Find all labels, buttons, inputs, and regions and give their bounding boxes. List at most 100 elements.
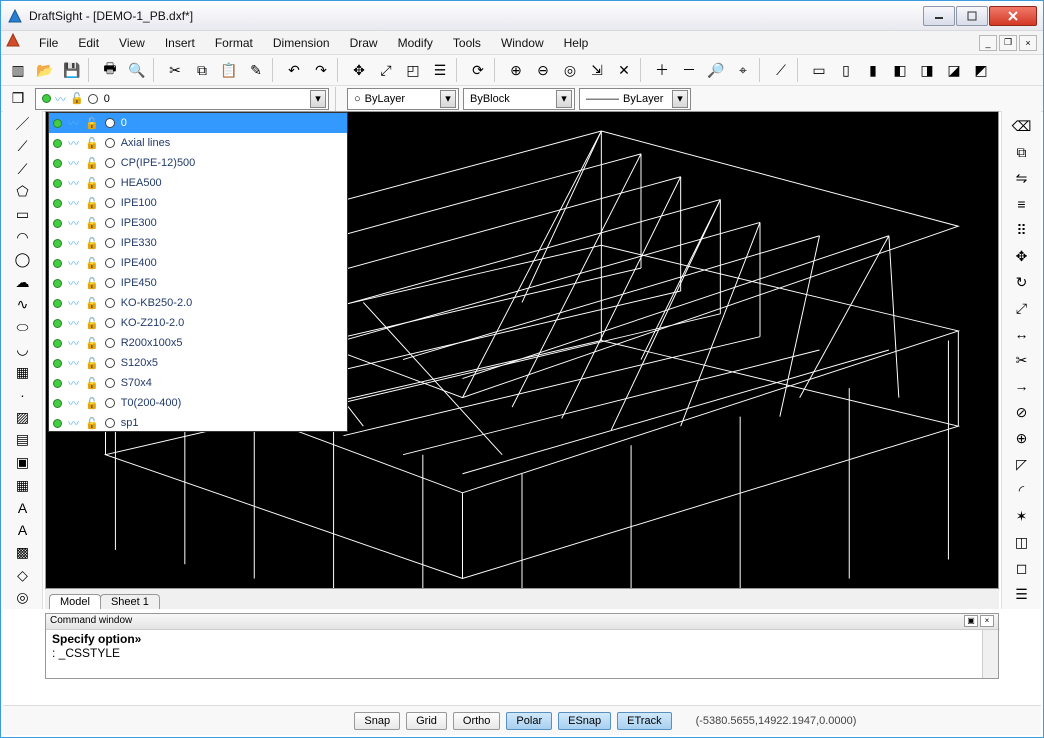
scrollbar[interactable] — [982, 630, 998, 678]
chevron-down-icon[interactable]: ▾ — [310, 90, 326, 108]
redo-button[interactable]: ↷ — [308, 57, 334, 83]
menu-view[interactable]: View — [109, 33, 155, 53]
copyobj-button[interactable]: ⧉ — [1010, 140, 1034, 164]
mirror-button[interactable]: ⇋ — [1010, 166, 1034, 190]
polygon-button[interactable]: ⬠ — [11, 182, 35, 203]
move-button[interactable]: ✥ — [1010, 244, 1034, 268]
layer-item[interactable]: 〰🔓S70x4 — [49, 373, 347, 393]
find-button[interactable]: 🔎 — [703, 57, 729, 83]
chamfer-button[interactable]: ◸ — [1010, 452, 1034, 476]
zoom-minus-button[interactable]: － — [676, 57, 702, 83]
zoom-all-button[interactable]: ◎ — [557, 57, 583, 83]
rectangle-button[interactable]: ▭ — [11, 204, 35, 225]
zoom-range-button[interactable]: ⇲ — [584, 57, 610, 83]
arc-button[interactable]: ◠ — [11, 227, 35, 248]
ellipse-button[interactable]: ⬭ — [11, 317, 35, 338]
ellipsearc-button[interactable]: ◡ — [11, 339, 35, 360]
status-etrack-button[interactable]: ETrack — [617, 712, 671, 730]
view-ortho-button[interactable]: ◩ — [968, 57, 994, 83]
layer-item[interactable]: 〰🔓R200x100x5 — [49, 333, 347, 353]
view-side-button[interactable]: ▮ — [860, 57, 886, 83]
locate-button[interactable]: ⌖ — [730, 57, 756, 83]
status-snap-button[interactable]: Snap — [354, 712, 400, 730]
zoom-in-button[interactable]: ⊕ — [503, 57, 529, 83]
mdi-minimize-button[interactable]: _ — [979, 35, 997, 51]
region-button[interactable]: ▣ — [11, 452, 35, 473]
color-combo[interactable]: ○ ByLayer ▾ — [347, 88, 459, 110]
menu-modify[interactable]: Modify — [388, 33, 443, 53]
block-button[interactable]: ▦ — [11, 362, 35, 383]
tab-sheet1[interactable]: Sheet 1 — [100, 594, 160, 609]
properties-button[interactable]: ☰ — [1010, 582, 1034, 606]
stretch-button[interactable]: ↔ — [1010, 322, 1034, 346]
refresh-button[interactable]: ⟳ — [465, 57, 491, 83]
spline-button[interactable]: ∿ — [11, 294, 35, 315]
layer-item[interactable]: 〰🔓KO-KB250-2.0 — [49, 293, 347, 313]
menu-insert[interactable]: Insert — [155, 33, 205, 53]
menu-help[interactable]: Help — [554, 33, 599, 53]
zoom-plus-button[interactable]: ＋ — [649, 57, 675, 83]
zoom-button[interactable]: 🔍 — [124, 57, 150, 83]
layer-item[interactable]: 〰🔓HEA500 — [49, 173, 347, 193]
menu-format[interactable]: Format — [205, 33, 263, 53]
layer-item[interactable]: 〰🔓IPE330 — [49, 233, 347, 253]
menu-tools[interactable]: Tools — [443, 33, 491, 53]
join-button[interactable]: ⊕ — [1010, 426, 1034, 450]
polyline-button[interactable]: ⟋ — [11, 159, 35, 180]
print-button[interactable]: 🖶 — [97, 57, 123, 83]
layer-item[interactable]: 〰🔓S120x5 — [49, 353, 347, 373]
deselect-button[interactable]: ◻ — [1010, 556, 1034, 580]
point-button[interactable]: · — [11, 385, 35, 406]
erase-button[interactable]: ⌫ — [1010, 114, 1034, 138]
donut-button[interactable]: ◎ — [11, 587, 35, 608]
layer-item[interactable]: 〰🔓KO-Z210-2.0 — [49, 313, 347, 333]
edit-button[interactable]: ✎ — [243, 57, 269, 83]
menu-dimension[interactable]: Dimension — [263, 33, 340, 53]
menu-edit[interactable]: Edit — [68, 33, 109, 53]
scale-button[interactable]: ⤢ — [1010, 296, 1034, 320]
cut-button[interactable]: ✂ — [162, 57, 188, 83]
boxselect-button[interactable]: ◫ — [1010, 530, 1034, 554]
chevron-down-icon[interactable]: ▾ — [556, 90, 572, 108]
close-button[interactable] — [989, 6, 1037, 26]
minimize-button[interactable] — [923, 6, 955, 26]
offset-button[interactable]: ≡ — [1010, 192, 1034, 216]
layer-item[interactable]: 〰🔓IPE400 — [49, 253, 347, 273]
layer-item[interactable]: 〰🔓IPE300 — [49, 213, 347, 233]
linetype-combo[interactable]: ByBlock ▾ — [463, 88, 575, 110]
layer-manager-button[interactable]: ❒ — [5, 86, 31, 112]
mtext-button[interactable]: A — [11, 520, 35, 541]
menu-file[interactable]: File — [29, 33, 68, 53]
break-button[interactable]: ⊘ — [1010, 400, 1034, 424]
trim-button[interactable]: ✂ — [1010, 348, 1034, 372]
zoom-x-button[interactable]: ✕ — [611, 57, 637, 83]
chevron-down-icon[interactable]: ▾ — [672, 90, 688, 108]
dock-button[interactable]: ▣ — [964, 615, 978, 627]
status-polar-button[interactable]: Polar — [506, 712, 552, 730]
layer-item[interactable]: 〰🔓IPE100 — [49, 193, 347, 213]
revcloud-button[interactable]: ☁ — [11, 272, 35, 293]
layer-item[interactable]: 〰🔓IPE450 — [49, 273, 347, 293]
paste-button[interactable]: 📋 — [216, 57, 242, 83]
zoom-out-button[interactable]: ⊖ — [530, 57, 556, 83]
gradient-button[interactable]: ▤ — [11, 430, 35, 451]
status-ortho-button[interactable]: Ortho — [453, 712, 501, 730]
table-button[interactable]: ▦ — [11, 475, 35, 496]
status-grid-button[interactable]: Grid — [406, 712, 447, 730]
layer-item[interactable]: 〰🔓CP(IPE-12)500 — [49, 153, 347, 173]
copy-button[interactable]: ⧉ — [189, 57, 215, 83]
menu-draw[interactable]: Draw — [340, 33, 388, 53]
layer-dropdown-list[interactable]: 〰🔓0〰🔓Axial lines〰🔓CP(IPE-12)500〰🔓HEA500〰… — [48, 112, 348, 432]
extend-button[interactable]: → — [1010, 374, 1034, 398]
undo-button[interactable]: ↶ — [281, 57, 307, 83]
open-button[interactable]: 📂 — [32, 57, 58, 83]
layer-item[interactable]: 〰🔓sp1 — [49, 413, 347, 432]
view-iso2-button[interactable]: ◨ — [914, 57, 940, 83]
tab-model[interactable]: Model — [49, 594, 101, 609]
layer-item[interactable]: 〰🔓0 — [49, 113, 347, 133]
view-iso-button[interactable]: ◧ — [887, 57, 913, 83]
new-button[interactable]: ▥ — [5, 57, 31, 83]
fillet-button[interactable]: ◜ — [1010, 478, 1034, 502]
lineweight-combo[interactable]: ——— ByLayer ▾ — [579, 88, 691, 110]
layer-item[interactable]: 〰🔓Axial lines — [49, 133, 347, 153]
